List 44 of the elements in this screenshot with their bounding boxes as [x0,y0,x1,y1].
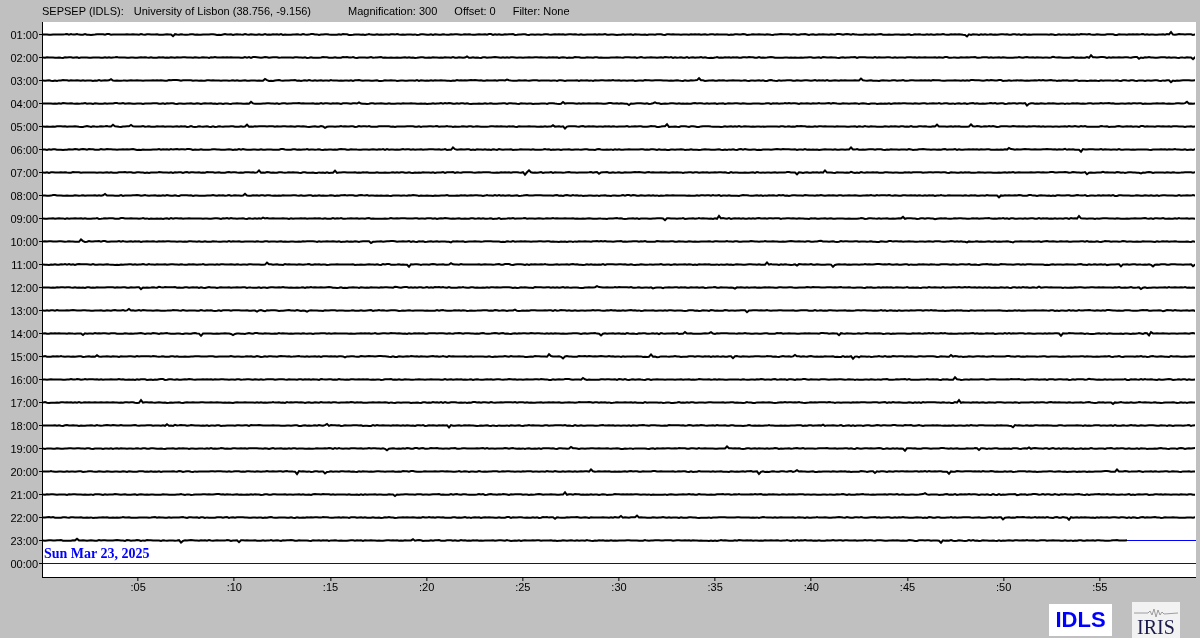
hour-label: 21:00 [10,488,39,501]
minute-tick-label: :45 [899,581,916,594]
station-label: SEPSEP (IDLS): [42,3,124,19]
minute-tick-label: :10 [226,581,242,594]
minute-tick-label: :50 [996,581,1012,594]
iris-logo: IRIS [1132,602,1180,638]
minute-tick-label: :35 [707,581,723,594]
hour-label: 11:00 [11,258,39,271]
hour-label: 17:00 [10,396,39,409]
minute-tick-label: :40 [803,581,819,594]
minute-tick-label: :55 [1092,581,1108,594]
date-label: Sun Mar 23, 2025 [44,545,150,563]
hour-label: 23:00 [10,534,39,547]
hour-label: 14:00 [10,327,39,340]
hour-label: 00:00 [10,557,39,570]
minute-tick-label: :30 [611,581,627,594]
hour-label: 03:00 [10,74,39,87]
hour-label: 04:00 [10,97,39,110]
hour-label: 22:00 [10,511,39,524]
minute-tick-label: :20 [419,581,435,594]
hour-label: 18:00 [10,419,39,432]
hour-label: 10:00 [10,235,39,248]
filter-label: Filter: None [512,3,570,19]
hour-label: 05:00 [10,120,39,133]
minute-tick-label: :15 [322,581,339,594]
location-label: University of Lisbon (38.756, -9.156) [133,3,312,19]
hour-label: 07:00 [10,166,39,179]
hour-label: 19:00 [10,442,39,455]
minute-tick-label: :05 [130,581,146,594]
hour-label: 02:00 [10,51,39,64]
hour-label: 09:00 [10,212,39,225]
offset-label: Offset: 0 [454,3,496,19]
hour-label: 16:00 [10,373,39,386]
hour-label: 12:00 [10,281,39,294]
hour-label: 01:00 [10,28,39,41]
hour-label: 13:00 [10,304,39,317]
magnification-label: Magnification: 300 [348,3,438,19]
hour-label: 20:00 [10,465,39,478]
hour-label: 06:00 [10,143,39,156]
idls-logo: IDLS [1049,604,1112,636]
minute-tick-label: :25 [515,581,531,594]
seismic-wave-icon [1134,608,1178,618]
hour-label: 08:00 [10,189,39,202]
hour-label: 15:00 [10,350,39,363]
